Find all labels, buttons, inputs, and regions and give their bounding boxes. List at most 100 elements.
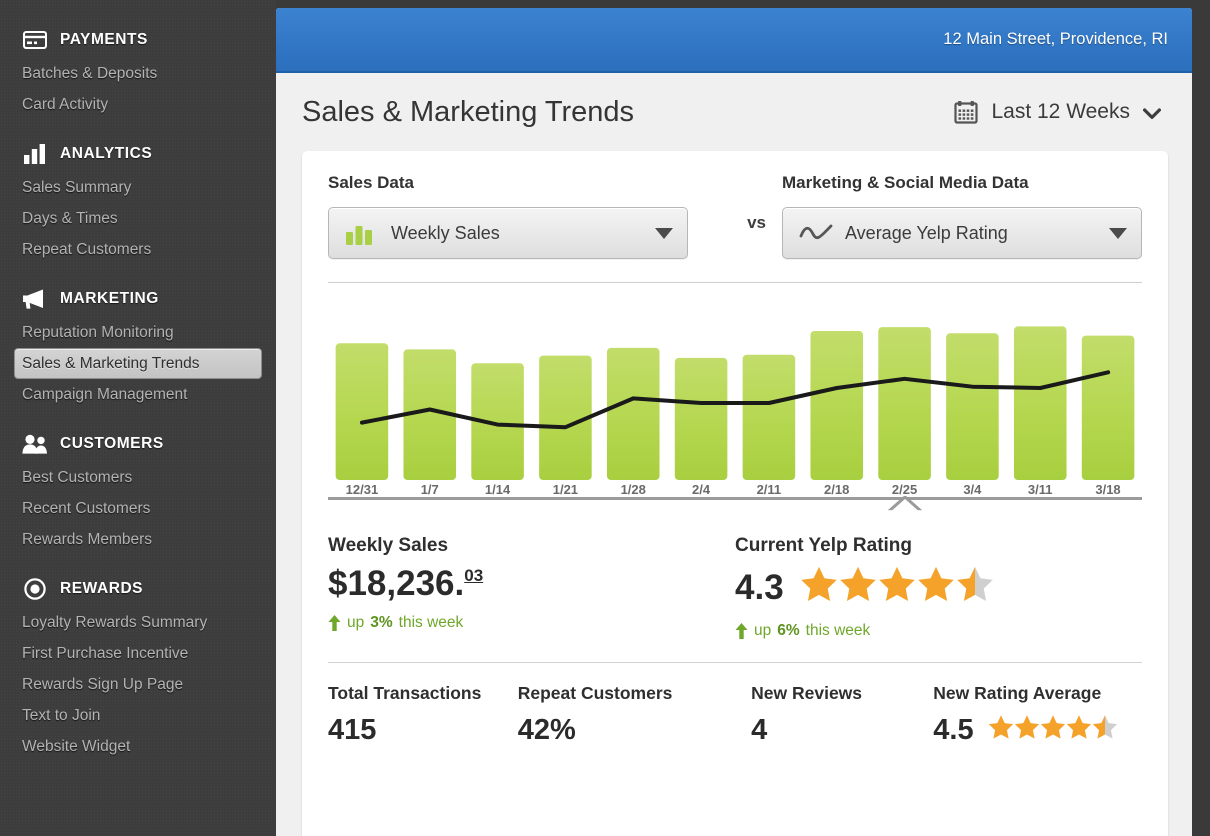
vs-label: vs [747, 213, 766, 232]
arrow-up-icon [328, 614, 341, 631]
primary-stats: Weekly Sales $18,236. 03 up 3% this week [328, 515, 1142, 640]
data-selectors: Sales Data Weekly Sales vs Marketing & S… [328, 151, 1142, 259]
selected-week-marker [887, 496, 922, 513]
sidebar-group-header: MARKETING [0, 281, 276, 317]
sidebar-item-rewards-members[interactable]: Rewards Members [14, 524, 262, 555]
sidebar-item-loyalty-rewards-summary[interactable]: Loyalty Rewards Summary [14, 607, 262, 638]
star-rating [800, 565, 994, 611]
stat-value: $18,236. 03 [328, 565, 735, 603]
stat-value: 415 [328, 714, 518, 747]
megaphone-icon [22, 288, 48, 310]
sidebar-item-repeat-customers[interactable]: Repeat Customers [14, 234, 262, 265]
date-range-selector[interactable]: Last 12 Weeks [954, 100, 1161, 124]
sidebar-item-sales-summary[interactable]: Sales Summary [14, 172, 262, 203]
x-axis-tick: 2/18 [824, 482, 850, 497]
sidebar-item-reputation-monitoring[interactable]: Reputation Monitoring [14, 317, 262, 348]
sidebar-item-card-activity[interactable]: Card Activity [14, 89, 262, 120]
location-address: 12 Main Street, Providence, RI [943, 30, 1168, 48]
sidebar-item-best-customers[interactable]: Best Customers [14, 462, 262, 493]
trend-value: 6% [777, 621, 800, 639]
stat-repeat-customers: Repeat Customers 42% [518, 683, 751, 748]
sales-data-selector-group: Sales Data Weekly Sales [328, 173, 747, 259]
stat-title: New Rating Average [933, 682, 1102, 703]
divider-chart-bottom [328, 496, 1142, 513]
stat-value: 4.5 [933, 714, 1142, 748]
target-circle-icon [22, 578, 48, 600]
sidebar-item-text-to-join[interactable]: Text to Join [14, 700, 262, 731]
sidebar-group-label: PAYMENTS [60, 31, 148, 48]
star-1 [988, 714, 1014, 748]
chart-axis-line-area [328, 496, 1142, 513]
stat-trend: up 6% this week [735, 622, 1142, 640]
x-axis-tick: 2/11 [756, 482, 782, 497]
trend-value: 3% [370, 613, 393, 631]
stat-title: New Reviews [751, 682, 863, 703]
sidebar-group-header: PAYMENTS [0, 22, 276, 58]
stat-title: Repeat Customers [517, 682, 673, 703]
chart-bar [1013, 326, 1067, 480]
chevron-down-icon [1143, 107, 1161, 119]
stat-total-transactions: Total Transactions 415 [328, 683, 518, 748]
sidebar-group-label: ANALYTICS [60, 145, 153, 162]
calendar-icon [954, 100, 979, 124]
sidebar-group-payments: PAYMENTS Batches & Deposits Card Activity [0, 22, 276, 120]
stat-trend: up 3% this week [328, 614, 735, 632]
stat-new-reviews: New Reviews 4 [751, 683, 933, 748]
star-5 [956, 565, 994, 611]
divider-top [328, 282, 1142, 283]
star-5 [1092, 714, 1118, 748]
sidebar-item-sales-marketing-trends[interactable]: Sales & Marketing Trends [14, 348, 262, 379]
sidebar-group-header: REWARDS [0, 571, 276, 607]
stat-weekly-sales: Weekly Sales $18,236. 03 up 3% this week [328, 535, 735, 640]
x-axis-tick: 12/31 [345, 482, 379, 497]
chart-bar [1081, 335, 1135, 480]
x-axis-tick: 3/11 [1027, 482, 1053, 497]
star-rating [988, 714, 1118, 748]
star-1 [800, 565, 838, 611]
sidebar-item-recent-customers[interactable]: Recent Customers [14, 493, 262, 524]
marketing-data-label: Marketing & Social Media Data [782, 173, 1029, 192]
arrow-up-icon [735, 622, 748, 639]
bar-chart-icon [22, 143, 48, 165]
secondary-stats: Total Transactions 415 Repeat Customers … [328, 663, 1142, 748]
x-axis-tick: 1/7 [420, 482, 439, 497]
yelp-rating-dropdown[interactable]: Average Yelp Rating [782, 207, 1142, 259]
sidebar-group-rewards: REWARDS Loyalty Rewards Summary First Purc… [0, 571, 276, 762]
trend-suffix: this week [805, 621, 871, 639]
sidebar-item-batches-deposits[interactable]: Batches & Deposits [14, 58, 262, 89]
chart-bar [742, 354, 796, 480]
sidebar-group-label: REWARDS [60, 580, 144, 597]
x-axis-tick: 1/21 [552, 482, 579, 497]
content-panel: 12 Main Street, Providence, RI Sales & M… [276, 8, 1192, 836]
x-axis-tick: 3/4 [963, 482, 982, 497]
sidebar-group-label: CUSTOMERS [60, 435, 164, 452]
x-axis-tick: 1/14 [484, 482, 511, 497]
x-axis-tick: 2/25 [891, 482, 918, 497]
main-region: 12 Main Street, Providence, RI Sales & M… [276, 0, 1210, 836]
sidebar-group-customers: CUSTOMERS Best Customers Recent Customers R… [0, 426, 276, 555]
stat-number: 42% [517, 713, 576, 746]
top-bar: 12 Main Street, Providence, RI [276, 8, 1192, 73]
sidebar: PAYMENTS Batches & Deposits Card Activity A… [0, 0, 276, 836]
yelp-rating-value: Average Yelp Rating [845, 222, 1008, 243]
stat-number: 415 [328, 713, 377, 746]
star-2 [1014, 714, 1040, 748]
x-axis-tick: 2/4 [692, 482, 711, 497]
sidebar-item-campaign-management[interactable]: Campaign Management [14, 379, 262, 410]
chevron-down-icon [655, 227, 673, 239]
stat-title: Weekly Sales [328, 535, 449, 556]
sidebar-item-website-widget[interactable]: Website Widget [14, 731, 262, 762]
stat-number: 4.5 [933, 714, 974, 747]
stat-value: 42% [518, 714, 751, 747]
weekly-sales-dropdown[interactable]: Weekly Sales [328, 207, 688, 259]
sidebar-item-rewards-sign-up-page[interactable]: Rewards Sign Up Page [14, 669, 262, 700]
chart-bar [335, 343, 389, 480]
sidebar-item-first-purchase-incentive[interactable]: First Purchase Incentive [14, 638, 262, 669]
users-icon [22, 433, 48, 455]
sidebar-group-marketing: MARKETING Reputation Monitoring Sales & Ma… [0, 281, 276, 410]
page-header: Sales & Marketing Trends Last 12 Weeks [276, 73, 1192, 151]
stat-value: 4 [751, 714, 933, 747]
sidebar-item-days-times[interactable]: Days & Times [14, 203, 262, 234]
chart-canvas [335, 326, 1135, 480]
stat-value: 4.3 [735, 565, 1142, 611]
